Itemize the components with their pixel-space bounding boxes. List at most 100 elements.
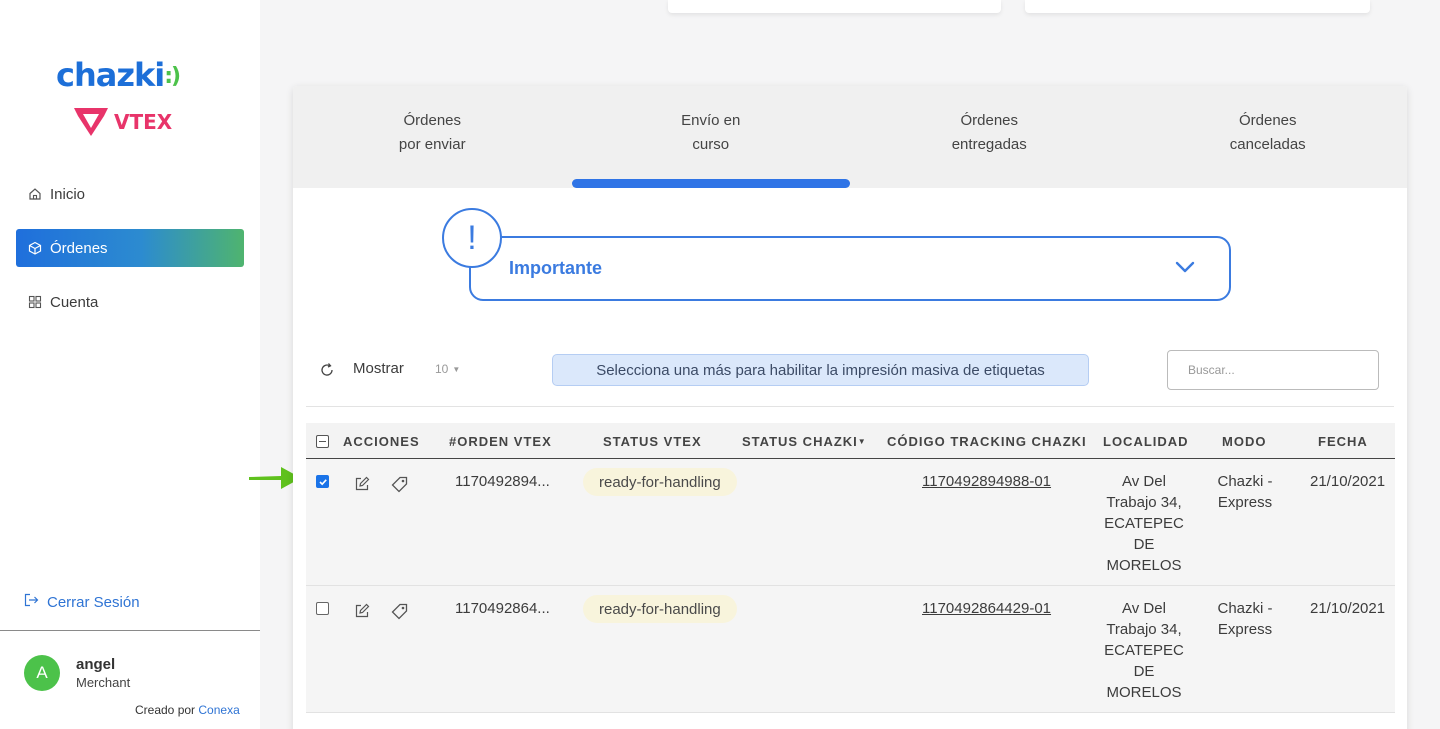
user-name: angel <box>76 656 116 673</box>
logout-link[interactable]: Cerrar Sesión <box>24 593 140 611</box>
user-info: angel Merchant <box>76 656 130 690</box>
credit-text: Creado por Conexa <box>135 703 240 717</box>
select-all-checkbox[interactable] <box>316 435 329 448</box>
header-modo[interactable]: MODO <box>1222 434 1266 449</box>
locality-line: Av Del <box>1122 600 1166 617</box>
locality-line: DE <box>1133 536 1155 553</box>
sidebar-item-inicio[interactable]: Inicio <box>16 175 244 213</box>
locality-line: MORELOS <box>1106 684 1182 701</box>
tracking-link[interactable]: 1170492864429-01 <box>922 600 1051 617</box>
header-orden[interactable]: #ORDEN VTEX <box>449 434 552 449</box>
page-size-value: 10 <box>435 362 449 376</box>
header-tracking[interactable]: CÓDIGO TRACKING CHAZKI <box>887 434 1087 449</box>
tag-icon[interactable] <box>390 602 408 620</box>
sort-caret-icon: ▼ <box>857 437 867 446</box>
tab-por-enviar[interactable]: Órdenes por enviar <box>293 86 572 188</box>
header-fecha[interactable]: FECHA <box>1318 434 1368 449</box>
table-row: 1170492864... ready-for-handling 1170492… <box>306 586 1395 713</box>
alert-exclamation-icon: ! <box>442 208 502 268</box>
logout-label: Cerrar Sesión <box>47 593 140 611</box>
mode-line: Chazki - <box>1217 473 1273 490</box>
status-badge: ready-for-handling <box>583 595 737 623</box>
chazki-logo-text: chazki <box>56 56 165 94</box>
orders-panel: Órdenes por enviar Envío en curso Órdene… <box>293 86 1407 729</box>
row-checkbox[interactable] <box>316 475 329 488</box>
avatar: A <box>24 655 60 691</box>
sidebar-divider <box>0 630 260 631</box>
credit-link[interactable]: Conexa <box>198 703 239 717</box>
row-checkbox[interactable] <box>316 602 329 615</box>
tab-label-line: Órdenes <box>403 112 462 129</box>
order-id: 1170492864... <box>455 600 550 617</box>
tab-label-line: Órdenes <box>960 112 1019 129</box>
locality-line: DE <box>1133 663 1155 680</box>
tab-label: Órdenes entregadas <box>934 109 1044 188</box>
edit-icon[interactable] <box>353 602 371 620</box>
credit-prefix: Creado por <box>135 703 196 717</box>
chazki-logo[interactable]: chazki:) <box>56 56 181 94</box>
tab-envio-en-curso[interactable]: Envío en curso <box>571 86 851 188</box>
header-status-vtex[interactable]: STATUS VTEX <box>603 434 702 449</box>
tab-label-line: por enviar <box>398 136 466 153</box>
locality: Av Del Trabajo 34, ECATEPEC DE MORELOS <box>1086 471 1202 576</box>
page-size-select[interactable]: 10 ▼ <box>435 362 460 376</box>
tab-label-line: entregadas <box>951 136 1027 153</box>
toolbar-divider <box>306 406 1394 407</box>
header-status-chazki-label: STATUS CHAZKI <box>742 434 858 449</box>
sidebar-item-label: Órdenes <box>50 239 108 257</box>
tab-canceladas[interactable]: Órdenes canceladas <box>1129 86 1408 188</box>
bulk-print-notice: Selecciona una más para habilitar la imp… <box>552 354 1089 386</box>
important-accordion[interactable]: Importante <box>469 236 1231 301</box>
active-tab-indicator <box>571 179 850 188</box>
search-input[interactable] <box>1167 350 1379 390</box>
sidebar-nav: Inicio Órdenes Cuenta <box>16 175 244 337</box>
sidebar-item-cuenta[interactable]: Cuenta <box>16 283 244 321</box>
locality: Av Del Trabajo 34, ECATEPEC DE MORELOS <box>1086 598 1202 703</box>
locality-line: Trabajo 34, <box>1106 494 1182 511</box>
chevron-down-icon <box>1175 261 1195 273</box>
mode-line: Express <box>1217 621 1273 638</box>
tab-label: Órdenes canceladas <box>1213 109 1323 188</box>
sidebar-item-ordenes[interactable]: Órdenes <box>16 229 244 267</box>
locality-line: MORELOS <box>1106 557 1182 574</box>
vtex-mark-icon <box>74 108 108 136</box>
refresh-icon[interactable] <box>319 362 335 378</box>
tab-entregadas[interactable]: Órdenes entregadas <box>850 86 1129 188</box>
sidebar-item-label: Inicio <box>50 185 86 203</box>
tab-label-line: Órdenes <box>1238 112 1297 129</box>
sidebar: chazki:) VTEX Inicio Órdenes Cuenta Cerr… <box>0 0 260 729</box>
box-icon <box>28 241 42 255</box>
tab-label-line: canceladas <box>1229 136 1306 153</box>
tab-label-line: Envío en <box>681 112 741 129</box>
table-row: 1170492894... ready-for-handling 1170492… <box>306 459 1395 586</box>
logout-icon <box>24 593 39 611</box>
vtex-logo: VTEX <box>72 106 172 138</box>
mode-line: Express <box>1217 494 1273 511</box>
locality-line: Av Del <box>1122 473 1166 490</box>
header-localidad[interactable]: LOCALIDAD <box>1103 434 1189 449</box>
order-date: 21/10/2021 <box>1310 600 1386 617</box>
order-id: 1170492894... <box>455 473 550 490</box>
table-header: ACCIONES #ORDEN VTEX STATUS VTEX STATUS … <box>306 423 1395 459</box>
show-label: Mostrar <box>353 360 404 377</box>
checkmark-icon <box>318 478 327 485</box>
header-status-chazki[interactable]: STATUS CHAZKI▼ <box>742 434 867 449</box>
delivery-mode: Chazki - Express <box>1200 598 1290 640</box>
tag-icon[interactable] <box>390 475 408 493</box>
sidebar-item-label: Cuenta <box>50 293 99 311</box>
edit-icon[interactable] <box>353 475 371 493</box>
header-acciones: ACCIONES <box>343 434 420 449</box>
status-badge: ready-for-handling <box>583 468 737 496</box>
vtex-logo-text: VTEX <box>114 110 173 134</box>
chazki-logo-signal: :) <box>164 64 181 89</box>
order-tabs: Órdenes por enviar Envío en curso Órdene… <box>293 86 1407 188</box>
tab-label-line: curso <box>692 136 730 153</box>
user-profile[interactable]: A angel Merchant <box>24 655 130 691</box>
delivery-mode: Chazki - Express <box>1200 471 1290 513</box>
grid-icon <box>28 295 42 309</box>
tracking-link[interactable]: 1170492894988-01 <box>922 473 1051 490</box>
order-date: 21/10/2021 <box>1310 473 1386 490</box>
tab-label: Órdenes por enviar <box>377 109 487 188</box>
important-title: Importante <box>509 258 603 278</box>
summary-card <box>1025 0 1370 13</box>
